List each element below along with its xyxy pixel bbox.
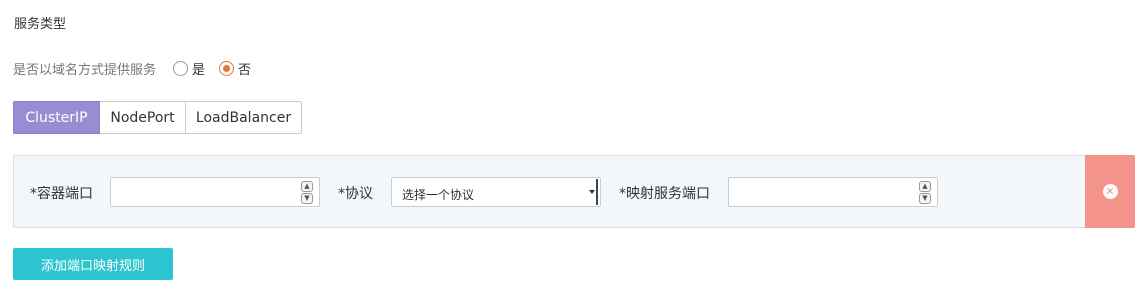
stepper-down-icon[interactable]: ▼: [919, 193, 931, 204]
add-port-mapping-button[interactable]: 添加端口映射规则: [13, 248, 173, 280]
domain-question: 是否以域名方式提供服务 是 否: [13, 59, 265, 78]
stepper-up-icon[interactable]: ▲: [301, 181, 313, 192]
stepper-down-icon[interactable]: ▼: [301, 193, 313, 204]
radio-checked-dot: [223, 65, 231, 72]
radio-no[interactable]: 否: [219, 59, 251, 78]
protocol-selected-value: 选择一个协议: [402, 188, 475, 202]
stepper-up-icon[interactable]: ▲: [919, 181, 931, 192]
protocol-label: *协议: [338, 186, 373, 202]
service-type-tabs: ClusterIP NodePort LoadBalancer: [13, 101, 302, 134]
protocol-select[interactable]: 选择一个协议: [391, 177, 601, 207]
container-port-label: *容器端口: [30, 186, 93, 202]
tab-nodeport[interactable]: NodePort: [100, 101, 186, 134]
container-port-stepper[interactable]: ▲ ▼: [301, 181, 313, 205]
service-port-input[interactable]: ▲ ▼: [728, 177, 938, 207]
close-circle-icon: ✕: [1102, 184, 1118, 199]
tab-loadbalancer[interactable]: LoadBalancer: [186, 101, 302, 134]
service-type-form: 服务类型 是否以域名方式提供服务 是 否 ClusterIP NodePort …: [0, 0, 1147, 294]
domain-question-label: 是否以域名方式提供服务: [13, 63, 157, 78]
radio-no-label: 否: [238, 63, 252, 78]
radio-yes-label: 是: [192, 63, 206, 78]
section-title: 服务类型: [14, 17, 67, 32]
chevron-down-icon: [589, 179, 598, 205]
radio-yes[interactable]: 是: [173, 59, 205, 78]
remove-mapping-button[interactable]: ✕: [1085, 155, 1135, 228]
service-port-label: *映射服务端口: [619, 186, 710, 202]
tab-clusterip[interactable]: ClusterIP: [13, 101, 100, 134]
radio-no-circle[interactable]: [219, 61, 235, 76]
radio-yes-circle[interactable]: [173, 61, 189, 76]
container-port-input[interactable]: ▲ ▼: [110, 177, 320, 207]
service-port-stepper[interactable]: ▲ ▼: [919, 181, 931, 205]
port-mapping-row: *容器端口 ▲ ▼ *协议 选择一个协议 *映射服务端口 ▲ ▼ ✕: [13, 155, 1135, 228]
